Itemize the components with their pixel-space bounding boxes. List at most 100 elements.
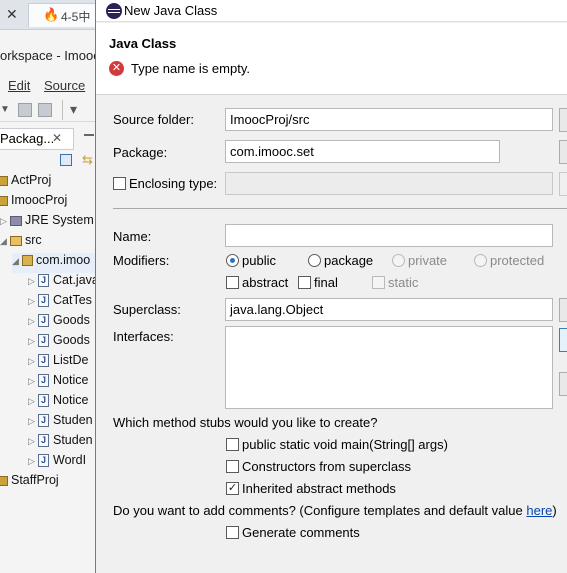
- tree-item[interactable]: ActProj: [0, 173, 51, 193]
- collapse-all-icon[interactable]: [60, 154, 72, 166]
- java-file-icon: J: [38, 274, 49, 288]
- source-folder-icon: [10, 235, 22, 246]
- remove-interface-button[interactable]: [559, 372, 567, 396]
- fire-icon: 🔥: [43, 7, 60, 22]
- tree-item[interactable]: ▷ J Goods: [28, 313, 90, 333]
- java-file-icon: J: [38, 394, 49, 408]
- constructors-checkbox[interactable]: [226, 460, 239, 473]
- package-radio-label: package: [324, 253, 374, 268]
- project-icon: [0, 195, 8, 206]
- tree-item[interactable]: ▷ J Goods: [28, 333, 90, 353]
- tree-item[interactable]: ▷ J CatTes: [28, 293, 92, 313]
- tree-item[interactable]: ▷ J Notice: [28, 393, 88, 413]
- private-radio-label: private: [408, 253, 448, 268]
- interfaces-label: Interfaces:: [113, 329, 174, 344]
- tree-item[interactable]: ▷ J ListDe: [28, 353, 88, 373]
- eclipse-background: ✕ 🔥 4-5中 orkspace - Imooc Edit Source ▼ …: [0, 0, 100, 573]
- chevron-down-icon[interactable]: ◢: [0, 236, 10, 247]
- java-file-icon: J: [38, 434, 49, 448]
- dialog-titlebar[interactable]: New Java Class: [96, 0, 567, 22]
- chevron-right-icon[interactable]: ▷: [28, 436, 38, 447]
- chevron-right-icon[interactable]: ▷: [28, 416, 38, 427]
- interfaces-list[interactable]: [225, 326, 553, 409]
- modifiers-label: Modifiers:: [113, 253, 170, 268]
- chevron-right-icon[interactable]: ▷: [28, 356, 38, 367]
- tree-item[interactable]: ◢ src: [0, 233, 42, 253]
- name-input[interactable]: [225, 224, 553, 247]
- browse-source-folder-button[interactable]: [559, 108, 567, 132]
- java-file-icon: J: [38, 314, 49, 328]
- close-icon[interactable]: ✕: [52, 131, 62, 145]
- package-radio[interactable]: [308, 254, 321, 267]
- tree-item[interactable]: StaffProj: [0, 473, 59, 493]
- toolbar-divider: [62, 100, 63, 120]
- generate-comments-checkbox[interactable]: [226, 526, 239, 539]
- add-interface-button[interactable]: [559, 328, 567, 352]
- java-file-icon: J: [38, 294, 49, 308]
- editor-tab-bar: ✕ 🔥 4-5中: [0, 0, 100, 30]
- inherited-methods-checkbox[interactable]: ✓: [226, 482, 239, 495]
- enclosing-type-checkbox[interactable]: [113, 177, 126, 190]
- dropdown-arrow-icon[interactable]: ▼: [0, 104, 10, 115]
- save-all-icon[interactable]: [38, 103, 52, 117]
- browse-enclosing-type-button[interactable]: [559, 172, 567, 196]
- package-explorer-tab[interactable]: Packag... ✕: [0, 128, 74, 150]
- chevron-right-icon[interactable]: ▷: [28, 376, 38, 387]
- chevron-right-icon[interactable]: ▷: [0, 216, 10, 227]
- tree-item[interactable]: ImoocProj: [0, 193, 67, 213]
- chevron-right-icon[interactable]: ▷: [28, 456, 38, 467]
- error-message: Type name is empty.: [131, 61, 250, 76]
- generate-comments-label: Generate comments: [242, 525, 360, 540]
- final-checkbox[interactable]: [298, 276, 311, 289]
- browse-package-button[interactable]: [559, 140, 567, 164]
- source-folder-input[interactable]: ImoocProj/src: [225, 108, 553, 131]
- source-folder-label: Source folder:: [113, 112, 194, 127]
- tree-item[interactable]: ▷ J Notice: [28, 373, 88, 393]
- menu-edit[interactable]: Edit: [8, 78, 30, 93]
- browse-superclass-button[interactable]: [559, 298, 567, 322]
- package-input[interactable]: com.imooc.set: [225, 140, 500, 163]
- chevron-right-icon[interactable]: ▷: [28, 276, 38, 287]
- configure-templates-link[interactable]: here: [526, 503, 552, 518]
- private-radio[interactable]: [392, 254, 405, 267]
- chevron-right-icon[interactable]: ▷: [28, 316, 38, 327]
- java-file-icon: J: [38, 374, 49, 388]
- tree-item[interactable]: ◢ com.imoo: [12, 253, 100, 273]
- close-icon[interactable]: ✕: [6, 6, 18, 23]
- enclosing-type-input[interactable]: [225, 172, 553, 195]
- superclass-label: Superclass:: [113, 302, 181, 317]
- main-method-checkbox[interactable]: [226, 438, 239, 451]
- tree-item[interactable]: ▷ J Studen: [28, 413, 93, 433]
- chevron-right-icon[interactable]: ▷: [28, 296, 38, 307]
- toolbar: ▼ ▾: [0, 100, 100, 122]
- public-radio[interactable]: [226, 254, 239, 267]
- abstract-checkbox[interactable]: [226, 276, 239, 289]
- dialog-title: New Java Class: [124, 3, 218, 18]
- save-icon[interactable]: [18, 103, 32, 117]
- minimize-icon[interactable]: [84, 134, 94, 136]
- browser-tab[interactable]: 🔥 4-5中: [28, 3, 100, 27]
- browser-tab-title: 4-5中: [61, 10, 91, 24]
- workspace-title: orkspace - Imooc: [0, 48, 100, 63]
- superclass-input[interactable]: java.lang.Object: [225, 298, 553, 321]
- link-editor-icon[interactable]: ⇆: [82, 152, 93, 168]
- comments-question-close: ): [552, 503, 557, 518]
- tree-item[interactable]: ▷ J Studen: [28, 433, 93, 453]
- static-checkbox[interactable]: [372, 276, 385, 289]
- menu-source[interactable]: Source: [44, 78, 85, 93]
- menu-bar: Edit Source: [0, 76, 100, 96]
- chevron-right-icon[interactable]: ▷: [28, 396, 38, 407]
- package-icon: [22, 255, 33, 267]
- protected-radio-label: protected: [490, 253, 545, 268]
- tree-item[interactable]: ▷ J Cat.java: [28, 273, 99, 293]
- tree-item[interactable]: ▷ JRE System: [0, 213, 94, 233]
- toolbar-more-icon[interactable]: ▾: [70, 101, 77, 118]
- tree-item[interactable]: ▷ J WordI: [28, 453, 86, 473]
- protected-radio[interactable]: [474, 254, 487, 267]
- view-toolbar: ⇆: [60, 152, 100, 170]
- comments-question-text: Do you want to add comments? (Configure …: [113, 503, 527, 518]
- eclipse-icon: [106, 3, 122, 19]
- chevron-right-icon[interactable]: ▷: [28, 336, 38, 347]
- package-label: Package:: [113, 145, 168, 160]
- chevron-down-icon[interactable]: ◢: [12, 256, 22, 267]
